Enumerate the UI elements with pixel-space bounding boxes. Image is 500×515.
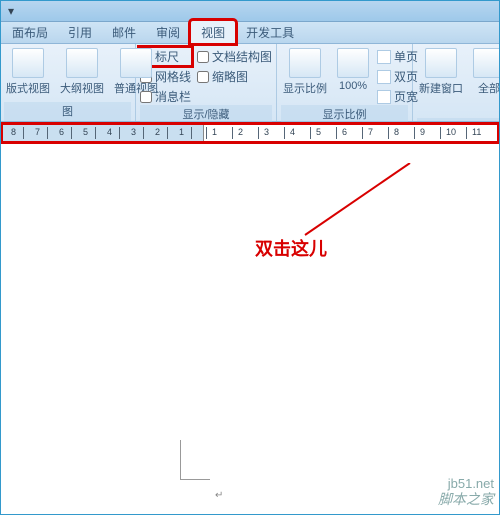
label: 大纲视图 [60, 80, 104, 96]
outline-icon [66, 48, 98, 78]
ruler-tick-label: 2 [238, 127, 243, 137]
annotation-text: 双击这儿 [255, 235, 327, 261]
draft-icon [120, 48, 152, 78]
ruler-tick-label: 10 [446, 127, 456, 137]
btn-page-width[interactable]: 页宽 [377, 88, 418, 105]
btn-arrange-all[interactable]: 全部 [471, 46, 500, 96]
ruler-tick-label: 4 [107, 127, 112, 137]
new-window-icon [425, 48, 457, 78]
one-page-icon [377, 50, 391, 64]
label: 100% [339, 80, 367, 92]
chk-message-bar[interactable]: 消息栏 [140, 88, 191, 105]
watermark-brand: 脚本之家 [438, 489, 494, 509]
label: 网格线 [155, 68, 191, 85]
zoom-icon [289, 48, 321, 78]
label: 标尺 [155, 48, 179, 65]
ruler-tick-label: 7 [368, 127, 373, 137]
hundred-icon [337, 48, 369, 78]
label: 缩略图 [212, 68, 248, 85]
page-width-icon [377, 90, 391, 104]
ruler-tick-label: 6 [59, 127, 64, 137]
tab-references[interactable]: 引用 [58, 21, 102, 43]
group-zoom: 显示比例 100% 单页 双页 页宽 显示比例 [277, 44, 413, 121]
ruler-tick-label: 2 [155, 127, 160, 137]
tab-mailings[interactable]: 邮件 [102, 21, 146, 43]
label: 消息栏 [155, 88, 191, 105]
ruler-tick-label: 5 [316, 127, 321, 137]
label: 版式视图 [6, 80, 50, 96]
group-window: 新建窗口 全部 [413, 44, 500, 121]
group-title-views: 图 [4, 102, 131, 121]
chk-thumbnails-box[interactable] [197, 71, 209, 83]
label: 文档结构图 [212, 48, 272, 65]
ruler-margin-left[interactable]: 8 7 6 5 4 3 2 1 [3, 125, 203, 141]
ruler-tick-label: 9 [420, 127, 425, 137]
horizontal-ruler[interactable]: 8 7 6 5 4 3 2 1 1 2 3 4 5 6 7 8 9 10 11 [0, 122, 500, 144]
ribbon: 版式视图 大纲视图 普通视图 图 标尺 网格线 消息栏 文档结构图 缩略图 显示… [0, 44, 500, 122]
ruler-tick-label: 1 [212, 127, 217, 137]
chk-document-map[interactable]: 文档结构图 [197, 48, 272, 65]
btn-print-layout[interactable]: 版式视图 [4, 46, 52, 96]
ruler-tick-label: 3 [131, 127, 136, 137]
group-show-hide: 标尺 网格线 消息栏 文档结构图 缩略图 显示/隐藏 [136, 44, 277, 121]
btn-one-page[interactable]: 单页 [377, 48, 418, 65]
ruler-tick-label: 8 [394, 127, 399, 137]
label: 全部 [478, 80, 500, 96]
chk-document-map-box[interactable] [197, 51, 209, 63]
label: 新建窗口 [419, 80, 463, 96]
group-title-window [417, 118, 500, 121]
tab-review[interactable]: 审阅 [146, 21, 190, 43]
ruler-tick-label: 4 [290, 127, 295, 137]
page-corner-mark [180, 440, 210, 480]
btn-two-pages[interactable]: 双页 [377, 68, 418, 85]
qat-dropdown-icon[interactable]: ▾ [6, 6, 16, 16]
btn-zoom[interactable]: 显示比例 [281, 46, 329, 96]
quick-access-toolbar: ▾ [0, 0, 500, 22]
ruler-body[interactable]: 1 2 3 4 5 6 7 8 9 10 11 [203, 125, 497, 141]
btn-100pct[interactable]: 100% [335, 46, 371, 92]
two-pages-icon [377, 70, 391, 84]
chk-message-bar-box[interactable] [140, 91, 152, 103]
ruler-tick-label: 8 [11, 127, 16, 137]
chk-thumbnails[interactable]: 缩略图 [197, 68, 272, 85]
arrange-icon [473, 48, 500, 78]
group-document-views: 版式视图 大纲视图 普通视图 图 [0, 44, 136, 121]
ruler-tick-label: 7 [35, 127, 40, 137]
ruler-tick-label: 1 [179, 127, 184, 137]
tab-view[interactable]: 视图 [190, 20, 236, 44]
paragraph-mark: ↵ [215, 490, 223, 501]
label: 显示比例 [283, 80, 327, 96]
document-area[interactable]: ↵ [0, 160, 500, 515]
tab-page-layout[interactable]: 面布局 [2, 21, 58, 43]
ruler-tick-label: 11 [472, 127, 481, 137]
btn-new-window[interactable]: 新建窗口 [417, 46, 465, 96]
ruler-tick-label: 3 [264, 127, 269, 137]
tab-developer[interactable]: 开发工具 [236, 21, 304, 43]
ruler-tick-label: 5 [83, 127, 88, 137]
print-layout-icon [12, 48, 44, 78]
ribbon-tabs: 面布局 引用 邮件 审阅 视图 开发工具 [0, 22, 500, 44]
btn-outline-view[interactable]: 大纲视图 [58, 46, 106, 96]
ruler-tick-label: 6 [342, 127, 347, 137]
